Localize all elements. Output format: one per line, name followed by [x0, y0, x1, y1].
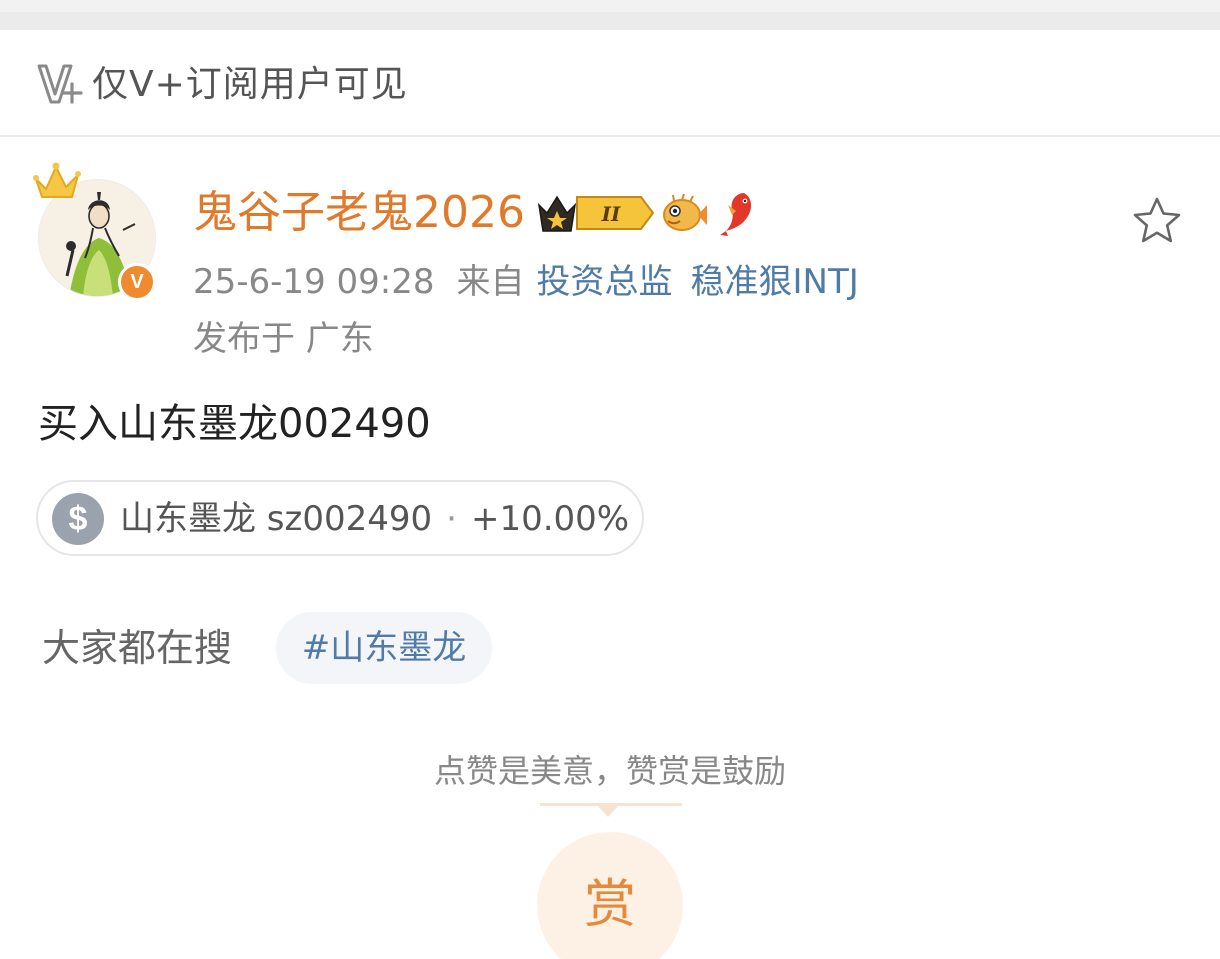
- reward-caret: [597, 805, 619, 817]
- puffer-fish-icon[interactable]: [660, 191, 708, 235]
- source-link-tag[interactable]: 稳准狠INTJ: [691, 262, 859, 302]
- source-link-title[interactable]: 投资总监: [537, 262, 673, 302]
- crown-icon: [33, 162, 81, 198]
- post-meta-line: 25-6-19 09:28 来自 投资总监 稳准狠INTJ: [193, 259, 877, 305]
- vplus-visibility-label: 仅V+订阅用户可见: [92, 64, 408, 105]
- author-username[interactable]: 鬼谷子老鬼2026: [193, 185, 525, 241]
- post-body-text: 买入山东墨龙002490: [38, 401, 431, 447]
- top-strip-band: [0, 12, 1220, 30]
- stock-change: +10.00%: [470, 499, 630, 539]
- vplus-visibility-bar: 仅V+订阅用户可见: [0, 30, 1220, 137]
- source-from-label: 来自: [456, 262, 525, 302]
- author-avatar-group[interactable]: V: [30, 159, 162, 301]
- v-plus-icon: [37, 64, 83, 104]
- vip-level-badge-icon[interactable]: II: [537, 191, 655, 235]
- trending-search-label: 大家都在搜: [42, 626, 233, 670]
- dollar-coin-icon: $: [52, 493, 104, 545]
- koi-fish-icon[interactable]: [718, 189, 760, 237]
- post-timestamp: 25-6-19 09:28: [193, 262, 435, 302]
- stock-quote-card[interactable]: $ 山东墨龙 sz002490 · +10.00%: [36, 480, 644, 556]
- vip-level-text: II: [601, 202, 621, 226]
- stock-quote-text: 山东墨龙 sz002490 · +10.00%: [120, 494, 629, 544]
- verified-badge: V: [118, 263, 156, 301]
- trending-topic-chip[interactable]: #山东墨龙: [276, 612, 492, 684]
- stock-separator: ·: [446, 499, 457, 539]
- favorite-star-icon[interactable]: [1130, 195, 1184, 247]
- reward-button[interactable]: 赏: [537, 832, 683, 959]
- stock-name: 山东墨龙 sz002490: [120, 499, 433, 539]
- post-card: V 鬼谷子老鬼2026 II 25-6-19 09:28 来自 投资总监 稳准狠INT…: [0, 139, 1220, 959]
- post-location: 发布于 广东: [193, 319, 374, 359]
- top-status-strip: [0, 0, 1220, 30]
- reward-prompt-text: 点赞是美意，赞赏是鼓励: [433, 752, 786, 790]
